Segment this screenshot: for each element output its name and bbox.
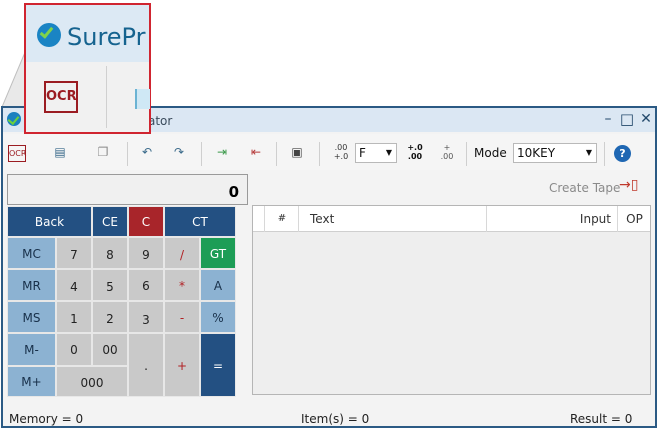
equals-button[interactable]: =	[200, 333, 236, 397]
tape-table: # Text Input OP	[252, 205, 651, 395]
copy-icon[interactable]: ❐	[94, 144, 112, 160]
key-1[interactable]: 1	[56, 301, 92, 333]
undo-icon[interactable]: ↶	[138, 144, 156, 160]
memory-status: Memory = 0	[9, 412, 84, 426]
minus-button[interactable]: -	[164, 301, 200, 333]
toolbar-separator	[201, 142, 202, 166]
toolbar-separator	[466, 142, 467, 166]
memory-store-button[interactable]: MS	[7, 301, 56, 333]
mode-label: Mode	[474, 146, 507, 160]
memory-minus-button[interactable]: M-	[7, 333, 56, 366]
insert-right-icon[interactable]: ⇥	[213, 144, 231, 160]
key-8[interactable]: 8	[92, 237, 128, 269]
memory-plus-button[interactable]: M+	[7, 366, 56, 397]
key-9[interactable]: 9	[128, 237, 164, 269]
toolbar-separator	[319, 142, 320, 166]
ocr-button[interactable]: OCR	[8, 145, 26, 162]
plus-button[interactable]: +	[164, 333, 200, 397]
key-00[interactable]: 00	[92, 333, 128, 366]
key-0[interactable]: 0	[56, 333, 92, 366]
grand-total-button[interactable]: GT	[200, 237, 236, 269]
scan-icon[interactable]: ▤	[51, 144, 69, 160]
insert-left-icon[interactable]: ⇤	[247, 144, 265, 160]
key-000[interactable]: 000	[56, 366, 128, 397]
create-tape-button[interactable]: Create Tape	[549, 181, 620, 195]
multiply-button[interactable]: *	[164, 269, 200, 301]
zoom-callout: SurePr OCR	[24, 3, 151, 134]
percent-button[interactable]: %	[200, 301, 236, 333]
key-7[interactable]: 7	[56, 237, 92, 269]
add-mode-button[interactable]: A	[200, 269, 236, 301]
row-selector-header	[253, 206, 265, 232]
decimal-point-button[interactable]: .	[128, 333, 164, 397]
column-text[interactable]: Text	[300, 206, 487, 232]
scan-zoomed-icon	[135, 89, 150, 109]
memory-clear-button[interactable]: MC	[7, 237, 56, 269]
maximize-icon[interactable]: □	[618, 110, 636, 128]
key-6[interactable]: 6	[128, 269, 164, 301]
toolbar-separator	[604, 142, 605, 166]
create-tape-icon[interactable]: →▯	[619, 177, 649, 194]
items-status: Item(s) = 0	[301, 412, 370, 426]
format-top: .00	[334, 143, 348, 152]
calculator-window: ator – □ ✕ OCR ▤ ❐ ↶ ↷ ⇥ ⇤ ▣ .00 +.0 F ▼…	[1, 106, 657, 428]
format-top: +.0	[407, 143, 423, 152]
format-bottom: .00	[407, 152, 423, 161]
format-top: +	[443, 143, 451, 152]
clear-button[interactable]: C	[128, 206, 164, 237]
column-op[interactable]: OP	[619, 206, 650, 232]
rounding-button[interactable]: + .00	[436, 143, 458, 161]
ocr-zoomed-icon: OCR	[44, 81, 78, 113]
mode-select[interactable]: 10KEY ▼	[513, 143, 597, 163]
help-icon[interactable]: ?	[614, 145, 631, 162]
clear-entry-button[interactable]: CE	[92, 206, 128, 237]
zoom-separator	[106, 66, 107, 128]
format-bottom: +.0	[333, 152, 349, 161]
format-bottom: .00	[440, 152, 454, 161]
key-3[interactable]: 3	[128, 301, 164, 333]
brand-name: SurePr	[67, 23, 146, 51]
print-icon[interactable]: ▣	[288, 144, 306, 160]
clear-tape-button[interactable]: CT	[164, 206, 236, 237]
memory-recall-button[interactable]: MR	[7, 269, 56, 301]
app-logo-icon	[7, 112, 21, 126]
decimal-select[interactable]: F ▼	[355, 143, 397, 163]
column-number[interactable]: #	[266, 206, 299, 232]
increase-decimal-button[interactable]: +.0 .00	[404, 143, 426, 161]
chevron-down-icon: ▼	[385, 148, 392, 157]
toolbar-separator	[127, 142, 128, 166]
tape-header: # Text Input OP	[253, 206, 650, 232]
key-4[interactable]: 4	[56, 269, 92, 301]
mode-select-value: 10KEY	[517, 146, 556, 160]
display: 0	[7, 174, 248, 205]
toolbar-separator	[276, 142, 277, 166]
key-2[interactable]: 2	[92, 301, 128, 333]
decimal-select-value: F	[359, 146, 366, 160]
minimize-icon[interactable]: –	[599, 110, 617, 128]
window-title: ator	[148, 114, 173, 128]
chevron-down-icon: ▼	[585, 148, 592, 157]
result-status: Result = 0	[570, 412, 633, 426]
back-button[interactable]: Back	[7, 206, 92, 237]
decimal-format-button[interactable]: .00 +.0	[330, 143, 352, 161]
divide-button[interactable]: /	[164, 237, 200, 269]
column-input[interactable]: Input	[488, 206, 618, 232]
key-5[interactable]: 5	[92, 269, 128, 301]
redo-icon[interactable]: ↷	[170, 144, 188, 160]
close-icon[interactable]: ✕	[637, 110, 655, 128]
